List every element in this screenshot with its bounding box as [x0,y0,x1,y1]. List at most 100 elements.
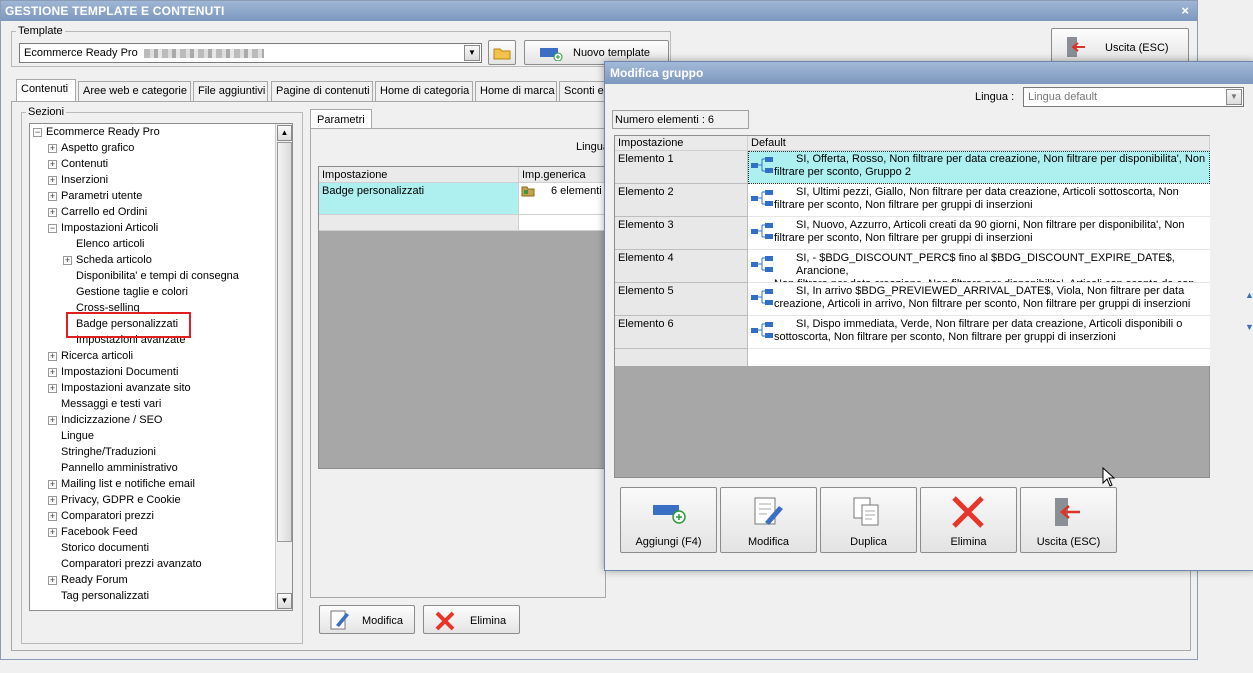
scroll-down-icon[interactable]: ▼ [277,593,292,609]
tree-node[interactable]: Storico documenti [61,541,149,556]
element-row[interactable]: Elemento 6 SI, Dispo immediata, Verde, No… [615,316,1210,349]
scroll-up-icon[interactable]: ▲ [277,125,292,141]
add-template-icon [540,48,563,61]
dialog-lingua-value: Lingua default [1028,91,1098,103]
elimina-button[interactable]: Elimina [423,605,520,634]
tree-node[interactable]: Mailing list e notifiche email [61,477,195,492]
element-value[interactable]: SI, Dispo immediata, Verde, Non filtrare… [748,316,1210,349]
expand-icon[interactable]: + [48,208,57,217]
expand-icon[interactable]: + [48,144,57,153]
tab-home-categoria[interactable]: Home di categoria [375,81,473,101]
tab-contenuti[interactable]: Contenuti [16,79,76,101]
expand-icon[interactable]: + [48,512,57,521]
element-row[interactable]: Elemento 2 SI, Ultimi pezzi, Giallo, Non … [615,184,1210,217]
tab-parametri[interactable]: Parametri [310,109,372,129]
tree-node[interactable]: Gestione taglie e colori [76,285,188,300]
tree-node[interactable]: Parametri utente [61,189,142,204]
element-value-line2: filtrare per sconto, Non filtrare per gr… [774,199,1033,211]
settings-grid[interactable]: Impostazione Imp.generica Badge personal… [318,166,607,469]
element-value[interactable]: SI, Ultimi pezzi, Giallo, Non filtrare p… [748,184,1210,217]
modifica-dialog-label: Modifica [748,536,789,548]
tree-node[interactable]: Elenco articoli [76,237,144,252]
tree-node[interactable]: Contenuti [61,157,108,172]
tree-node[interactable]: Facebook Feed [61,525,137,540]
exit-label: Uscita (ESC) [1105,42,1169,54]
element-row[interactable]: Elemento 1 SI, Offerta, Rosso, Non filtra… [615,151,1210,184]
element-row[interactable]: Elemento 5 SI, In arrivo $BDG_PREVIEWED_A… [615,283,1210,316]
expand-icon[interactable]: + [48,480,57,489]
expand-icon[interactable]: + [48,416,57,425]
expand-icon[interactable]: + [48,384,57,393]
tree-node[interactable]: Indicizzazione / SEO [61,413,163,428]
element-value[interactable]: SI, Offerta, Rosso, Non filtrare per dat… [748,151,1210,184]
collapse-icon[interactable]: − [48,224,57,233]
open-folder-button[interactable] [488,40,516,65]
expand-icon[interactable]: + [48,160,57,169]
grid-row-value[interactable]: 6 elementi [519,183,607,215]
tree-node[interactable]: Ricerca articoli [61,349,133,364]
tree-node[interactable]: Impostazioni avanzate sito [61,381,191,396]
tree-node[interactable]: Privacy, GDPR e Cookie [61,493,181,508]
tree-node[interactable]: Pannello amministrativo [61,461,178,476]
close-icon[interactable]: × [1181,3,1189,18]
element-value[interactable]: SI, - $BDG_DISCOUNT_PERC$ fino al $BDG_D… [748,250,1210,283]
tree-node[interactable]: Stringhe/Traduzioni [61,445,156,460]
tree-node[interactable]: Ecommerce Ready Pro [46,125,160,140]
scroll-up-icon[interactable]: ▲ [1245,290,1253,304]
tree-node[interactable]: Messaggi e testi vari [61,397,161,412]
uscita-dialog-button[interactable]: Uscita (ESC) [1020,487,1117,553]
expand-icon[interactable]: + [48,496,57,505]
template-select[interactable]: Ecommerce Ready Pro ▼ [19,43,482,63]
tab-aree-web[interactable]: Aree web e categorie [78,81,191,101]
tree-node[interactable]: Comparatori prezzi [61,509,154,524]
tree-node[interactable]: Comparatori prezzi avanzato [61,557,202,572]
element-name: Elemento 5 [615,283,748,316]
expand-icon[interactable]: + [48,368,57,377]
element-value[interactable]: SI, Nuovo, Azzurro, Articoli creati da 9… [748,217,1210,250]
modifica-dialog-button[interactable]: Modifica [720,487,817,553]
grid-row-setting[interactable]: Badge personalizzati [319,183,519,215]
aggiungi-button[interactable]: Aggiungi (F4) [620,487,717,553]
tree-node[interactable]: Scheda articolo [76,253,152,268]
element-row[interactable]: Elemento 4 SI, - $BDG_DISCOUNT_PERC$ fino… [615,250,1210,283]
expand-icon[interactable]: + [48,576,57,585]
grid-empty-row [615,349,748,366]
dialog-lingua-select[interactable]: Lingua default ▼ [1023,87,1244,107]
duplica-button[interactable]: Duplica [820,487,917,553]
tab-home-marca[interactable]: Home di marca [475,81,557,101]
collapse-icon[interactable]: − [33,128,42,137]
sections-tree[interactable]: − Ecommerce Ready Pro + Aspetto grafico + Con… [29,123,293,611]
tree-node[interactable]: Tag personalizzati [61,589,149,604]
scroll-down-icon[interactable]: ▼ [1245,322,1253,336]
expand-icon[interactable]: + [48,192,57,201]
new-template-label: Nuovo template [573,47,651,59]
expand-icon[interactable]: + [48,176,57,185]
blurred-text [143,48,264,58]
expand-icon[interactable]: + [48,352,57,361]
tree-node[interactable]: Disponibilita' e tempi di consegna [76,269,239,284]
tree-node[interactable]: Inserzioni [61,173,108,188]
tree-node[interactable]: Impostazioni Articoli [61,221,158,236]
edit-icon [754,497,783,525]
tree-node[interactable]: Lingue [61,429,94,444]
folder-icon [521,186,535,197]
tree-scrollbar[interactable]: ▲ ▼ [275,124,292,610]
tab-pagine-contenuti[interactable]: Pagine di contenuti [271,81,373,101]
tab-sconti[interactable]: Sconti e [559,81,609,101]
tab-file-aggiuntivi[interactable]: File aggiuntivi [193,81,268,101]
element-row[interactable]: Elemento 3 SI, Nuovo, Azzurro, Articoli c… [615,217,1210,250]
expand-icon[interactable]: + [63,256,72,265]
exit-button[interactable]: Uscita (ESC) [1051,28,1189,64]
tree-node[interactable]: Impostazioni Documenti [61,365,178,380]
chevron-down-icon[interactable]: ▼ [464,45,480,61]
elimina-dialog-button[interactable]: Elimina [920,487,1017,553]
element-value[interactable]: SI, In arrivo $BDG_PREVIEWED_ARRIVAL_DAT… [748,283,1210,316]
modifica-button[interactable]: Modifica [319,605,415,634]
chevron-down-icon[interactable]: ▼ [1226,89,1242,105]
elements-grid[interactable]: Impostazione Default Elemento 1 SI, Offer… [614,135,1210,478]
tree-node[interactable]: Carrello ed Ordini [61,205,147,220]
tree-node[interactable]: Aspetto grafico [61,141,134,156]
expand-icon[interactable]: + [48,528,57,537]
scroll-thumb[interactable] [277,142,292,542]
tree-node[interactable]: Ready Forum [61,573,128,588]
